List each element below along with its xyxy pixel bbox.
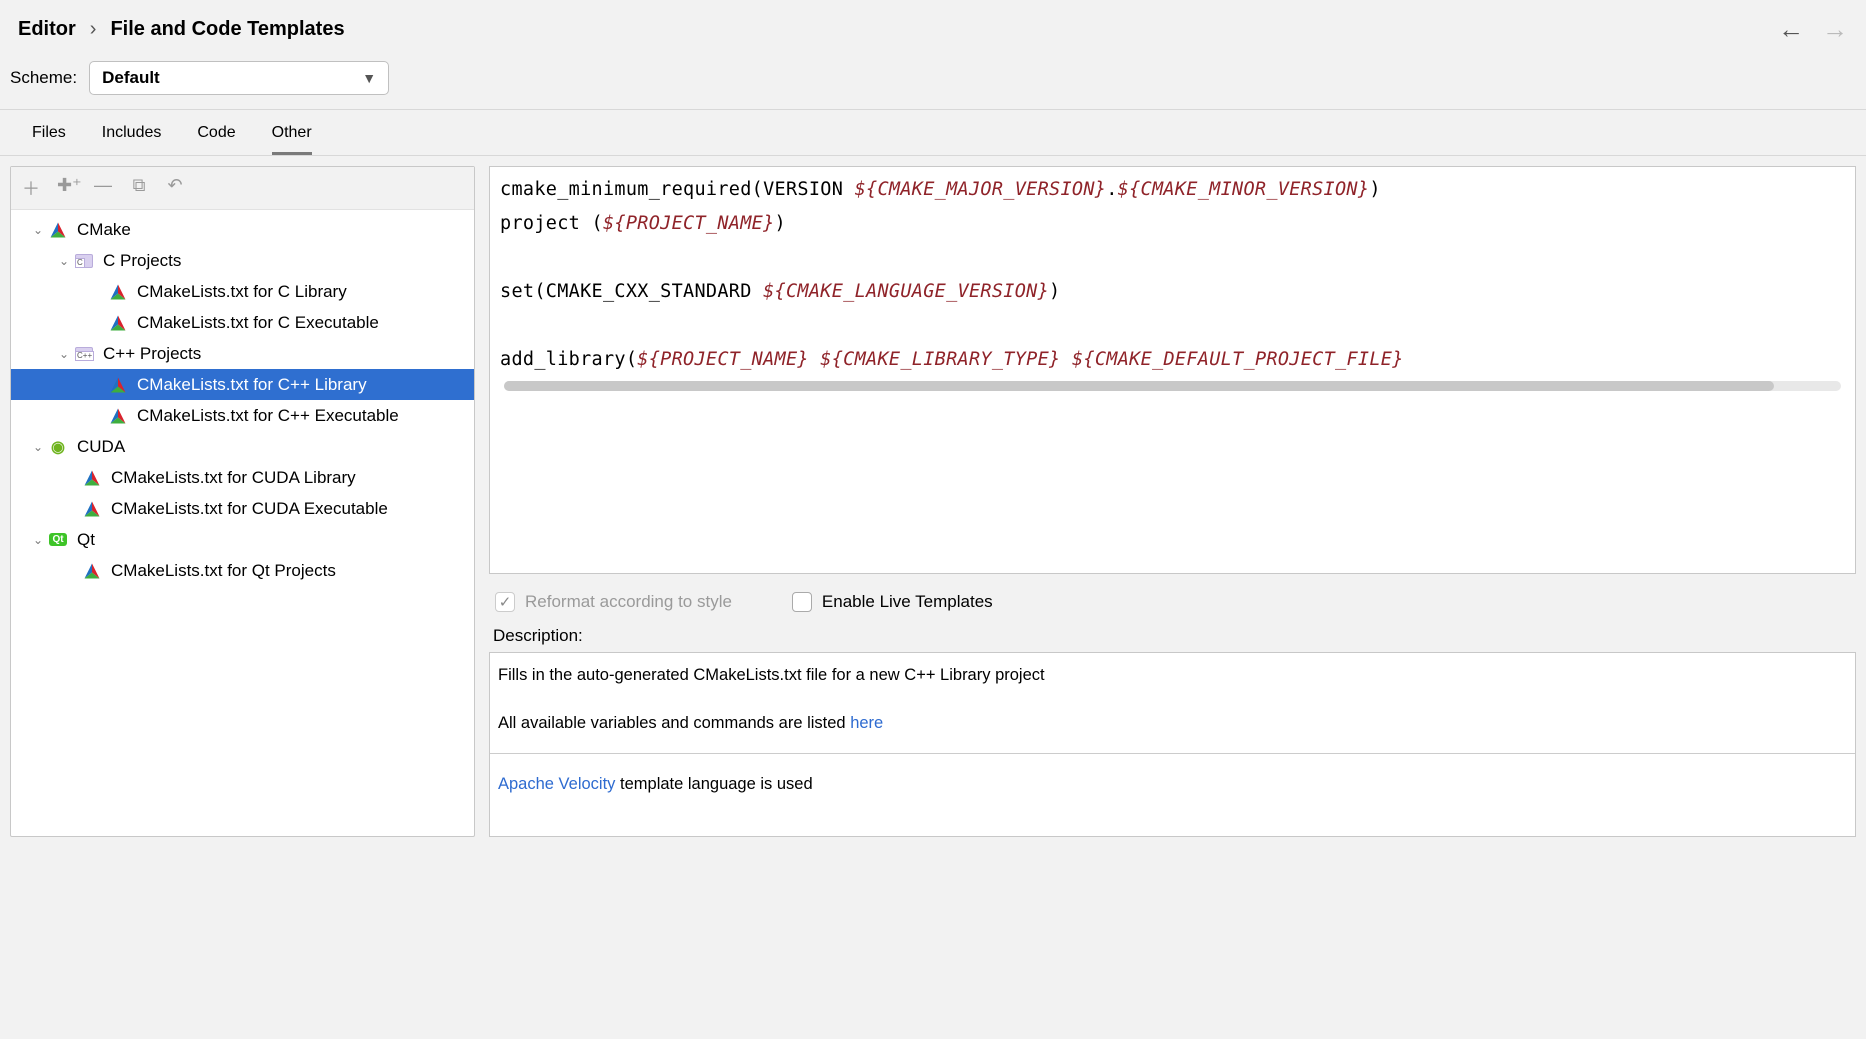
breadcrumb-root[interactable]: Editor [18,18,76,41]
tree-label: CUDA [77,437,125,457]
description-velocity: Apache Velocity template language is use… [498,772,1847,796]
header: Editor › File and Code Templates ← → [0,0,1866,55]
editor-panel: cmake_minimum_required(VERSION ${CMAKE_M… [489,166,1856,837]
options-row: Reformat according to style Enable Live … [489,574,1856,622]
live-templates-label: Enable Live Templates [822,592,993,612]
tab-files[interactable]: Files [32,124,66,155]
description-box: Fills in the auto-generated CMakeLists.t… [489,652,1856,837]
tree-label: CMakeLists.txt for C Library [137,282,347,302]
tree-node-cpp-projects[interactable]: ⌄ C++ C++ Projects [11,338,474,369]
tree-node-c-executable[interactable]: CMakeLists.txt for C Executable [11,307,474,338]
tree-node-cuda-library[interactable]: CMakeLists.txt for CUDA Library [11,462,474,493]
chevron-down-icon[interactable]: ⌄ [29,223,47,237]
description-text: Fills in the auto-generated CMakeLists.t… [498,663,1847,687]
main: ＋ ✚⁺ — ⧉ ↶ ⌄ CMake ⌄ C C Projects CMakeL… [0,156,1866,847]
tree-node-cpp-executable[interactable]: CMakeLists.txt for C++ Executable [11,400,474,431]
checkbox-icon [792,592,812,612]
horizontal-scrollbar[interactable] [504,381,1841,391]
nav-arrows: ← → [1778,14,1848,45]
scheme-select[interactable]: Default ▼ [89,61,389,95]
back-button[interactable]: ← [1778,14,1804,45]
description-label: Description: [489,622,1856,652]
add-icon[interactable]: ＋ [21,175,41,201]
cmake-icon [81,562,103,580]
scheme-row: Scheme: Default ▼ [0,55,1866,109]
tree-label: CMakeLists.txt for C Executable [137,313,379,333]
tree-label: CMakeLists.txt for C++ Library [137,375,367,395]
tree-label: C Projects [103,251,181,271]
cuda-icon: ◉ [47,438,69,456]
checkbox-icon [495,592,515,612]
tree-label: CMake [77,220,131,240]
cmake-icon [81,500,103,518]
create-child-icon[interactable]: ✚⁺ [57,175,77,201]
breadcrumb-current: File and Code Templates [110,18,344,41]
tree-label: CMakeLists.txt for CUDA Library [111,468,356,488]
live-templates-checkbox[interactable]: Enable Live Templates [792,592,993,612]
copy-icon[interactable]: ⧉ [129,175,149,201]
remove-icon[interactable]: — [93,175,113,201]
chevron-right-icon: › [90,18,97,41]
chevron-down-icon: ▼ [362,70,376,86]
folder-cpp-icon: C++ [73,345,95,363]
tree-label: CMakeLists.txt for CUDA Executable [111,499,388,519]
tree-node-c-library[interactable]: CMakeLists.txt for C Library [11,276,474,307]
apache-velocity-link[interactable]: Apache Velocity [498,775,615,793]
cmake-icon [107,283,129,301]
undo-icon[interactable]: ↶ [165,175,185,201]
divider [490,753,1855,754]
tab-code[interactable]: Code [197,124,235,155]
cmake-icon [107,314,129,332]
description-variables: All available variables and commands are… [498,711,1847,735]
tree-node-qt-projects[interactable]: CMakeLists.txt for Qt Projects [11,555,474,586]
tree-label: CMakeLists.txt for Qt Projects [111,561,336,581]
tree-node-c-projects[interactable]: ⌄ C C Projects [11,245,474,276]
cmake-icon [81,469,103,487]
reformat-label: Reformat according to style [525,592,732,612]
chevron-down-icon[interactable]: ⌄ [55,347,73,361]
tree-node-qt[interactable]: ⌄ Qt Qt [11,524,474,555]
scheme-label: Scheme: [10,68,77,88]
template-tree[interactable]: ⌄ CMake ⌄ C C Projects CMakeLists.txt fo… [11,210,474,836]
tree-node-cuda-executable[interactable]: CMakeLists.txt for CUDA Executable [11,493,474,524]
template-code-editor[interactable]: cmake_minimum_required(VERSION ${CMAKE_M… [489,166,1856,574]
folder-c-icon: C [73,252,95,270]
cmake-icon [107,407,129,425]
forward-button: → [1822,14,1848,45]
chevron-down-icon[interactable]: ⌄ [55,254,73,268]
qt-icon: Qt [47,531,69,549]
template-tree-panel: ＋ ✚⁺ — ⧉ ↶ ⌄ CMake ⌄ C C Projects CMakeL… [10,166,475,837]
reformat-checkbox: Reformat according to style [495,592,732,612]
chevron-down-icon[interactable]: ⌄ [29,533,47,547]
tree-label: Qt [77,530,95,550]
tree-label: CMakeLists.txt for C++ Executable [137,406,399,426]
here-link[interactable]: here [850,714,883,732]
tree-toolbar: ＋ ✚⁺ — ⧉ ↶ [11,167,474,210]
breadcrumb: Editor › File and Code Templates [18,18,345,41]
scheme-value: Default [102,68,160,88]
chevron-down-icon[interactable]: ⌄ [29,440,47,454]
cmake-icon [47,221,69,239]
tree-label: C++ Projects [103,344,201,364]
tabs: Files Includes Code Other [0,110,1866,155]
tree-node-cpp-library[interactable]: CMakeLists.txt for C++ Library [11,369,474,400]
tab-includes[interactable]: Includes [102,124,162,155]
cmake-icon [107,376,129,394]
tab-other[interactable]: Other [272,124,312,155]
tree-node-cuda[interactable]: ⌄ ◉ CUDA [11,431,474,462]
tree-node-cmake[interactable]: ⌄ CMake [11,214,474,245]
